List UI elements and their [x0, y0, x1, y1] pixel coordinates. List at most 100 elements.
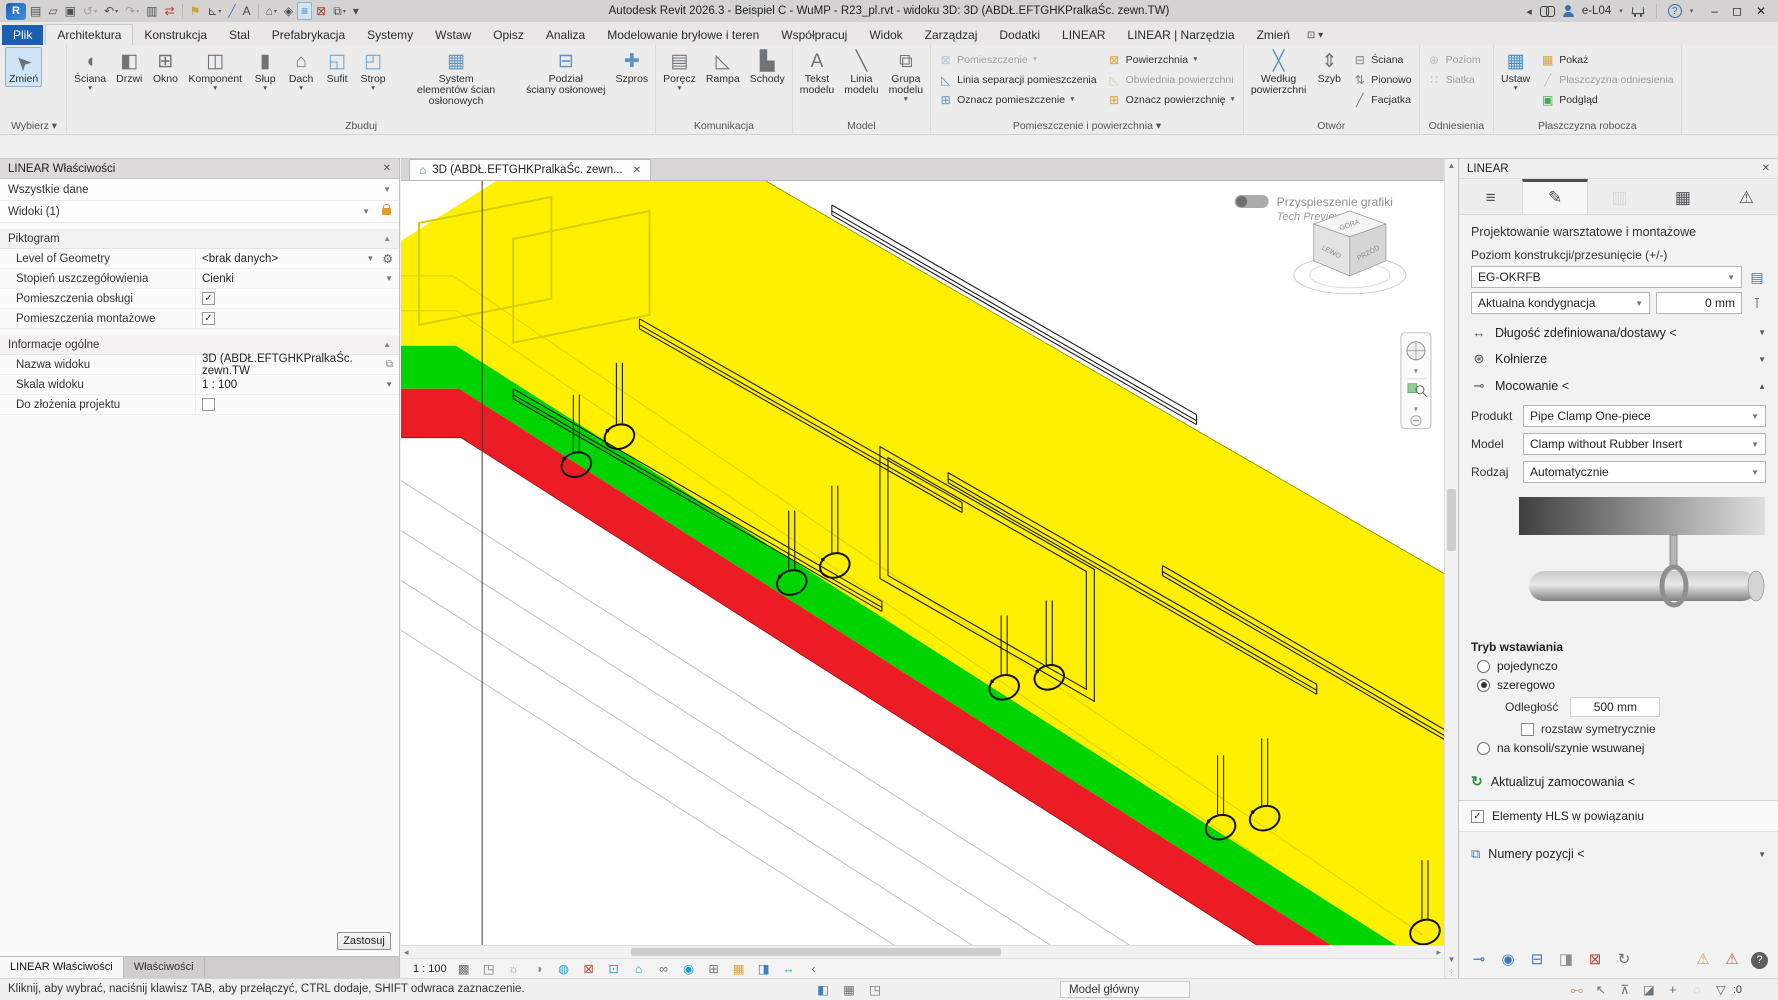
revit-menu-icon[interactable]: R	[6, 3, 26, 20]
horizontal-scroll-thumb[interactable]	[631, 948, 1001, 956]
select-links-icon[interactable]: ⧟	[1569, 982, 1585, 998]
checkbox-icon[interactable]	[202, 312, 215, 325]
print-icon[interactable]: ▥	[143, 3, 160, 19]
worksharing-display-icon[interactable]: ▦	[731, 961, 747, 977]
properties-icon[interactable]: ▤	[27, 3, 44, 19]
component-button[interactable]: ◫Komponent▼	[184, 47, 246, 94]
analytical-model-icon[interactable]: ⊞	[706, 961, 722, 977]
shadows-icon[interactable]: ◑	[531, 961, 547, 977]
panel-tab-właściwości[interactable]: Właściwości	[124, 957, 205, 978]
view-graphics-icon[interactable]: ◨	[756, 961, 772, 977]
tab-analiza[interactable]: Analiza	[535, 25, 596, 45]
tab-dodatki[interactable]: Dodatki	[988, 25, 1051, 45]
property-value[interactable]: 3D (ABDŁ.EFTGHKPralkaŚc. zewn.TW⧉	[195, 355, 399, 374]
property-value[interactable]	[195, 289, 399, 308]
select-by-face-icon[interactable]: ◪	[1641, 982, 1657, 998]
model-text-button[interactable]: ATekst modelu	[796, 47, 838, 98]
data-filter-combo[interactable]: Wszystkie dane ▼	[0, 179, 399, 201]
open-icon[interactable]: ▱	[45, 3, 60, 19]
distance-field[interactable]: 500 mm	[1570, 697, 1660, 717]
tag-area-button[interactable]: ⊞Oznacz powierzchnię▼	[1103, 90, 1240, 109]
aligned-dimension-icon[interactable]: ╱	[225, 3, 238, 19]
radio-icon[interactable]	[1477, 679, 1490, 692]
section-piktogram[interactable]: Piktogram▲	[0, 229, 399, 249]
collapse-search-icon[interactable]: ◂	[1526, 5, 1532, 18]
tab-systemy[interactable]: Systemy	[356, 25, 424, 45]
scroll-up-icon[interactable]: ▲	[1445, 161, 1458, 170]
navigation-bar[interactable]: ▾ ▾	[1401, 333, 1431, 429]
view-tab-close-icon[interactable]: ✕	[633, 165, 641, 176]
tab-wstaw[interactable]: Wstaw	[424, 25, 482, 45]
tab-menu[interactable]: ≡	[1459, 179, 1522, 214]
tab-modelowanie-bryłowe-i-teren[interactable]: Modelowanie bryłowe i teren	[596, 25, 770, 45]
visual-style-icon[interactable]: ◳	[481, 961, 497, 977]
view-scale-button[interactable]: 1 : 100	[413, 963, 447, 975]
tab-linear[interactable]: LINEAR	[1051, 25, 1116, 45]
modify-flag-icon[interactable]: ⚑	[187, 3, 204, 19]
product-combo[interactable]: Pipe Clamp One-piece ▼	[1523, 405, 1766, 427]
switch-windows-icon[interactable]: ⧉▾	[330, 3, 349, 19]
reload-part-icon[interactable]: ↻	[1614, 950, 1634, 970]
tab-opisz[interactable]: Opisz	[482, 25, 535, 45]
reveal-hidden-elements-icon[interactable]: ∞	[656, 961, 672, 977]
scroll-down-icon[interactable]: ▼	[1445, 955, 1458, 964]
customize-qat-icon[interactable]: ▾	[350, 3, 362, 19]
warnings-error-icon[interactable]: ⚠	[1722, 950, 1742, 970]
property-value[interactable]	[195, 395, 399, 414]
user-avatar-icon[interactable]	[1563, 5, 1574, 17]
close-button[interactable]: ✕	[1756, 4, 1766, 18]
radio-single[interactable]: pojedynczo	[1477, 659, 1760, 673]
temporary-hide-isolate-icon[interactable]: ◉	[681, 961, 697, 977]
worksharing-monitor-icon[interactable]: ◧	[815, 982, 831, 998]
lock-3d-view-icon[interactable]: ⌂	[631, 961, 647, 977]
pipe-run-yellow[interactable]	[401, 181, 1444, 945]
kind-combo[interactable]: Automatycznie ▼	[1523, 461, 1766, 483]
selection-filter-icon[interactable]: ▽	[1713, 982, 1729, 998]
dormer-button[interactable]: ╱Facjatka	[1348, 90, 1415, 109]
tab-options-icon[interactable]: ⊡ ▾	[1307, 30, 1323, 45]
checkbox-icon[interactable]	[1471, 810, 1484, 823]
property-value[interactable]: 1 : 100▼	[195, 375, 399, 394]
hls-linked-row[interactable]: Elementy HLS w powiązaniu	[1459, 801, 1778, 832]
floor-button[interactable]: ◰Strop▼	[356, 47, 390, 94]
detail-level-icon[interactable]: ▩	[456, 961, 472, 977]
select-underlay-icon[interactable]: ↖	[1593, 982, 1609, 998]
property-value[interactable]: Cienki▼	[195, 269, 399, 288]
offset-field[interactable]: 0 mm	[1656, 292, 1742, 314]
insert-support-icon[interactable]: ⊸	[1469, 950, 1489, 970]
undo-icon[interactable]: ↶▾	[101, 3, 121, 19]
save-icon[interactable]: ▣	[62, 3, 79, 19]
tab-współpracuj[interactable]: Współpracuj	[770, 25, 858, 45]
section-fastening[interactable]: ⊸Mocowanie <▲	[1471, 378, 1766, 394]
viewer-button[interactable]: ▣Podgląd	[1536, 90, 1677, 109]
storey-combo[interactable]: Aktualna kondygnacja ▼	[1471, 292, 1650, 314]
window-button[interactable]: ⊞Okno	[148, 47, 182, 87]
tab-warnings[interactable]: ⚠	[1715, 179, 1778, 214]
checkbox-icon[interactable]	[202, 398, 215, 411]
room-separation-button[interactable]: ◺Linia separacji pomieszczenia	[934, 70, 1101, 89]
gear-icon[interactable]: ⚙	[382, 252, 393, 266]
set-workplane-button[interactable]: ▦Ustaw▼	[1497, 47, 1534, 94]
panel-tab-linear-właściwości[interactable]: LINEAR Właściwości	[0, 957, 124, 978]
opening-by-face-button[interactable]: ╳Według powierzchni	[1247, 47, 1310, 98]
insert-rail-icon[interactable]: ⊟	[1527, 950, 1547, 970]
model-text-icon[interactable]: A	[240, 3, 254, 19]
construction-level-combo[interactable]: EG-OKRFB ▼	[1471, 266, 1742, 288]
tab-linear-narzędzia[interactable]: LINEAR | Narzędzia	[1116, 25, 1245, 45]
section-defined-length[interactable]: ↔Długość zdefiniowana/dostawy <▼	[1471, 325, 1766, 340]
section-flanges[interactable]: ⊛Kołnierze▼	[1471, 351, 1766, 367]
design-option-dropdown[interactable]: Model główny	[1060, 981, 1190, 998]
minimize-button[interactable]: –	[1711, 4, 1718, 18]
radio-icon[interactable]	[1477, 660, 1490, 673]
show-workplane-button[interactable]: ▦Pokaż	[1536, 50, 1677, 69]
views-combo[interactable]: Widoki (1) ▼	[0, 201, 399, 223]
signed-in-user[interactable]: e-L04	[1582, 5, 1611, 17]
transfer-icon[interactable]: ⇄	[162, 3, 178, 19]
area-button[interactable]: ⊠Powierzchnia▼	[1103, 50, 1240, 69]
roof-button[interactable]: ⌂Dach▼	[284, 47, 318, 94]
warnings-new-icon[interactable]: ⚠	[1693, 950, 1713, 970]
model-group-button[interactable]: ⧉Grupa modelu▼	[885, 47, 927, 105]
app-store-cart-icon[interactable]	[1631, 6, 1645, 17]
collapse-view-bar-icon[interactable]: ‹	[806, 961, 822, 977]
apply-button[interactable]: Zastosuj	[337, 932, 391, 950]
